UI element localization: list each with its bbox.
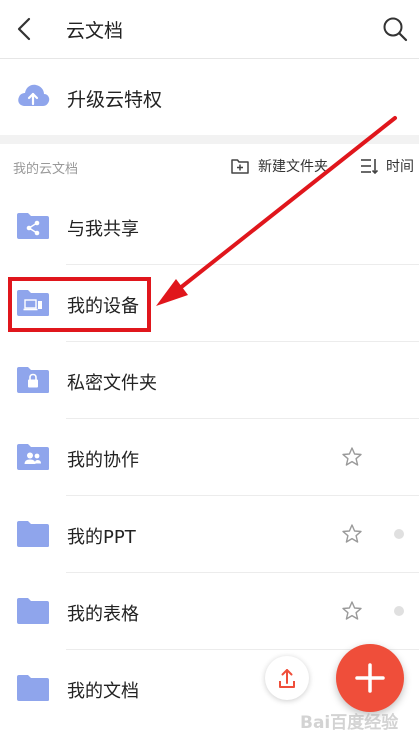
new-folder-label: 新建文件夹 <box>258 159 328 175</box>
list-item-label: 我的文档 <box>67 681 139 702</box>
sort-by-time-button[interactable]: 时间 <box>360 154 414 178</box>
list-item-my-sheets[interactable]: 我的表格 <box>0 573 419 650</box>
list-item-private-folder[interactable]: 私密文件夹 <box>0 342 419 419</box>
section-title: 我的云文档 <box>13 162 79 177</box>
star-icon[interactable] <box>341 446 363 468</box>
list-item-label: 私密文件夹 <box>67 373 157 394</box>
list-item-label: 我的PPT <box>67 527 136 548</box>
watermark-text: Bai百度经验 <box>300 712 399 733</box>
upload-button[interactable] <box>265 656 309 700</box>
app-header: 云文档 <box>0 0 419 59</box>
sort-icon <box>361 159 378 175</box>
list-item-label: 我的表格 <box>67 604 139 625</box>
folder-plus-icon <box>231 159 249 174</box>
folder-icon <box>17 521 49 547</box>
folder-icon <box>17 598 49 624</box>
sort-label: 时间 <box>386 159 414 175</box>
folder-icon <box>17 675 49 701</box>
baidu-watermark: Bai百度经验 <box>300 712 399 733</box>
star-icon[interactable] <box>341 600 363 622</box>
page-title: 云文档 <box>66 20 124 42</box>
list-item-shared-with-me[interactable]: 与我共享 <box>0 188 419 265</box>
status-dot <box>394 606 404 616</box>
back-arrow-icon[interactable] <box>10 14 40 44</box>
highlight-annotation <box>8 277 151 332</box>
people-folder-icon <box>17 444 49 470</box>
star-icon[interactable] <box>341 523 363 545</box>
list-item-my-collaboration[interactable]: 我的协作 <box>0 419 419 496</box>
cloud-upload-icon <box>18 84 50 106</box>
list-item-label: 与我共享 <box>67 219 139 240</box>
list-item-my-ppt[interactable]: 我的PPT <box>0 496 419 573</box>
upgrade-label: 升级云特权 <box>67 89 163 111</box>
status-dot <box>394 529 404 539</box>
lock-folder-icon <box>17 367 49 393</box>
search-icon[interactable] <box>380 14 410 44</box>
upload-icon <box>279 669 295 688</box>
new-folder-button[interactable]: 新建文件夹 <box>230 154 328 178</box>
list-item-label: 我的协作 <box>67 450 139 471</box>
upgrade-cloud-privilege[interactable]: 升级云特权 <box>0 59 419 135</box>
shared-folder-icon <box>17 213 49 239</box>
